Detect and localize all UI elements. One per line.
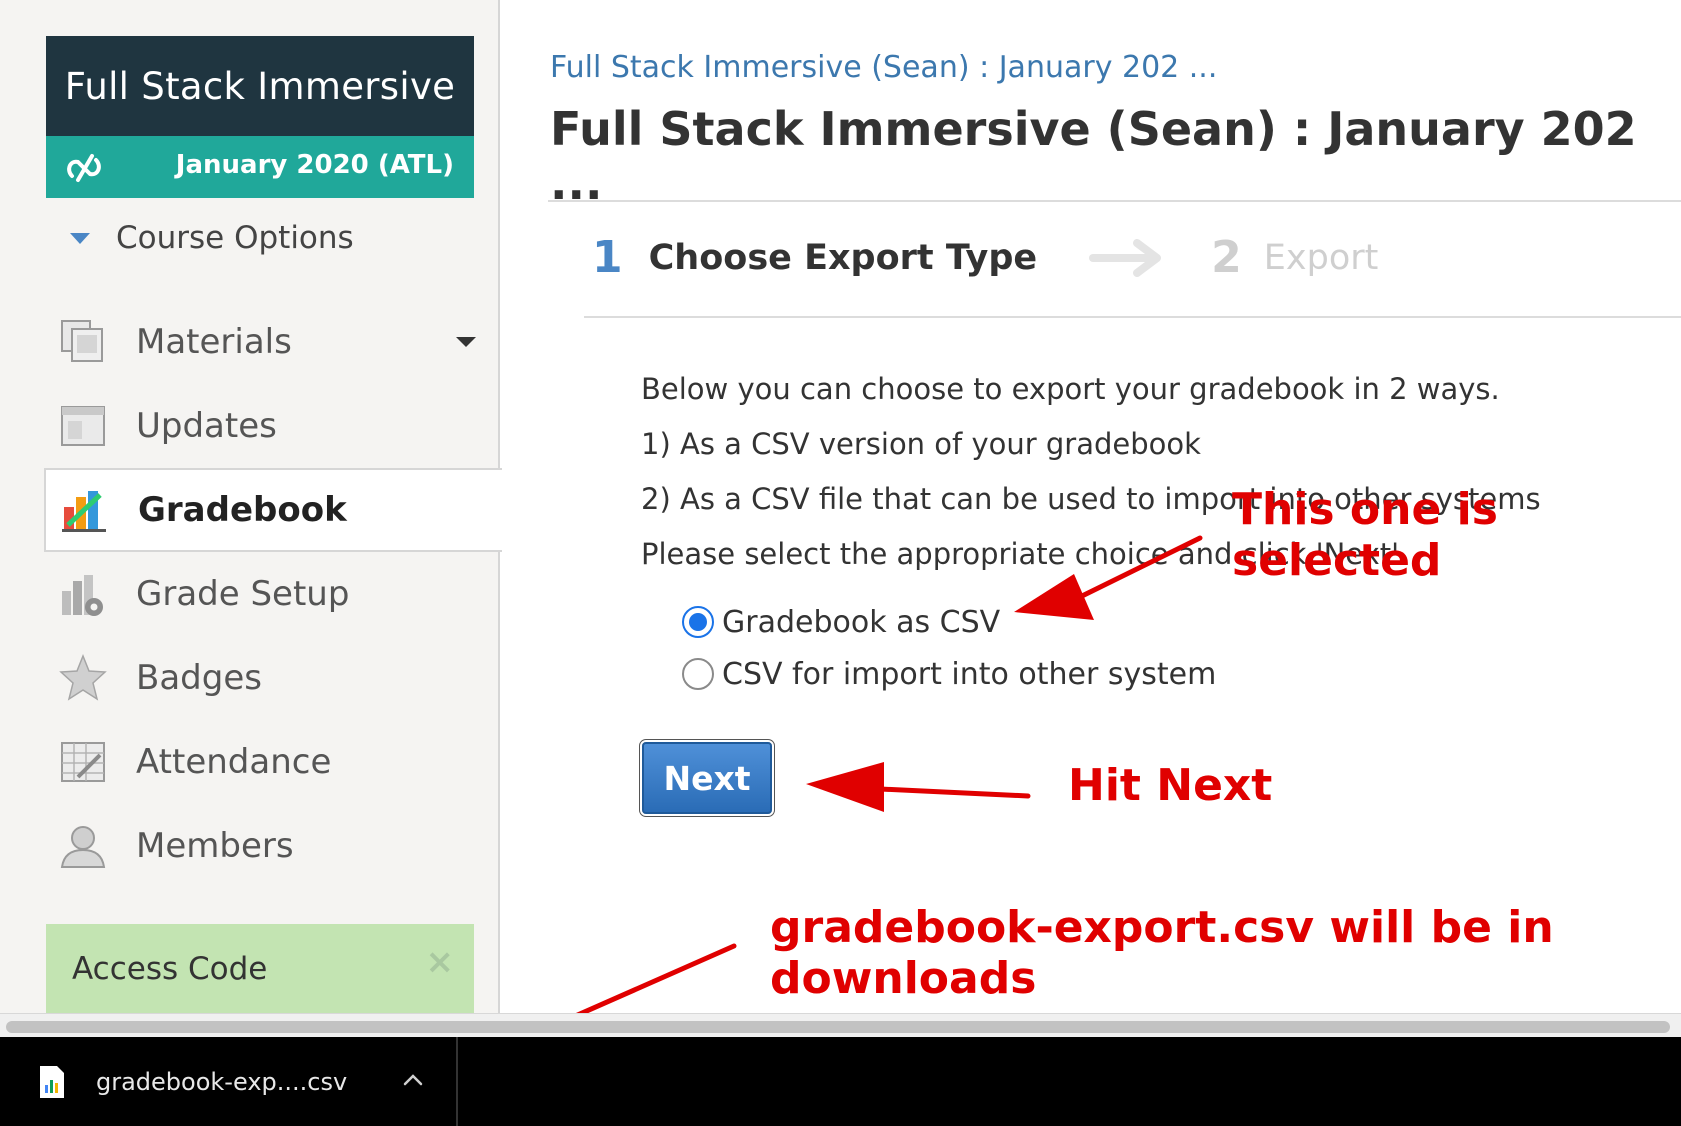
course-card-footer: January 2020 (ATL) xyxy=(46,136,474,198)
close-icon[interactable]: × xyxy=(426,942,455,982)
caret-down-icon[interactable] xyxy=(456,337,476,347)
course-options-label: Course Options xyxy=(116,220,354,256)
sidebar-item-badges[interactable]: Badges xyxy=(44,636,500,720)
course-options-toggle[interactable]: Course Options xyxy=(70,220,354,256)
download-item[interactable]: gradebook-exp....csv xyxy=(38,1037,458,1126)
sidebar-item-label: Attendance xyxy=(136,742,332,782)
description-line: Below you can choose to export your grad… xyxy=(641,372,1500,406)
sidebar-item-updates[interactable]: Updates xyxy=(44,384,500,468)
link-logo-icon xyxy=(67,154,101,182)
star-icon xyxy=(59,653,107,701)
sidebar-item-label: Badges xyxy=(136,658,262,698)
sidebar-item-grade-setup[interactable]: Grade Setup xyxy=(44,552,500,636)
grade-setup-icon xyxy=(62,575,103,616)
access-code-panel: Access Code × xyxy=(46,924,474,1013)
sidebar-item-attendance[interactable]: Attendance xyxy=(44,720,500,804)
arrow-right-icon xyxy=(1089,238,1162,277)
option-label: CSV for import into other system xyxy=(722,656,1217,692)
course-card[interactable]: Full Stack Immersive January 2020 (ATL) xyxy=(46,36,474,198)
access-code-label: Access Code xyxy=(72,950,268,987)
attendance-icon xyxy=(61,742,105,782)
materials-icon xyxy=(61,320,103,362)
next-button[interactable]: Next xyxy=(642,742,772,814)
sidebar-item-label: Updates xyxy=(136,406,277,446)
option-label: Gradebook as CSV xyxy=(722,604,1001,640)
page-title: Full Stack Immersive (Sean) : January 20… xyxy=(550,102,1637,210)
annotation-hit-next: Hit Next xyxy=(1068,760,1273,811)
sidebar-item-members[interactable]: Members xyxy=(44,804,500,888)
updates-icon xyxy=(61,406,105,446)
user-icon xyxy=(60,826,106,868)
export-type-options: Gradebook as CSV CSV for import into oth… xyxy=(682,596,1216,700)
download-bar: gradebook-exp....csv xyxy=(0,1037,1681,1126)
step-1-label: Choose Export Type xyxy=(648,237,1038,278)
step-2-label: Export xyxy=(1263,237,1379,278)
divider xyxy=(548,200,1681,202)
divider xyxy=(584,316,1681,318)
breadcrumb[interactable]: Full Stack Immersive (Sean) : January 20… xyxy=(550,50,1217,85)
radio-csv-import[interactable] xyxy=(682,658,714,690)
course-card-title: Full Stack Immersive xyxy=(46,36,474,136)
sidebar-nav: Materials Updates Gradebook Grade Setup … xyxy=(44,300,502,888)
option-gradebook-csv[interactable]: Gradebook as CSV xyxy=(682,596,1216,648)
sidebar-item-materials[interactable]: Materials xyxy=(44,300,500,384)
course-term: January 2020 (ATL) xyxy=(175,150,454,180)
horizontal-scrollbar[interactable] xyxy=(0,1013,1681,1037)
step-1-number: 1 xyxy=(592,232,623,283)
caret-down-icon xyxy=(70,232,90,244)
sidebar-item-label: Grade Setup xyxy=(136,574,350,614)
course-sidebar: Full Stack Immersive January 2020 (ATL) … xyxy=(0,0,502,1013)
option-csv-import[interactable]: CSV for import into other system xyxy=(682,648,1216,700)
step-2-number: 2 xyxy=(1211,232,1242,283)
annotation-selected: This one is selected xyxy=(1232,484,1498,586)
gradebook-icon xyxy=(62,491,106,532)
sidebar-item-label: Gradebook xyxy=(138,490,347,530)
divider xyxy=(456,1037,458,1126)
description-line: 1) As a CSV version of your gradebook xyxy=(641,427,1201,461)
download-file-name: gradebook-exp....csv xyxy=(96,1067,348,1096)
csv-file-icon xyxy=(40,1065,64,1098)
radio-gradebook-csv[interactable] xyxy=(682,606,714,638)
sidebar-item-label: Materials xyxy=(136,322,292,362)
sidebar-item-label: Members xyxy=(136,826,294,866)
annotation-downloads: gradebook-export.csv will be in download… xyxy=(770,902,1554,1004)
chevron-up-icon[interactable] xyxy=(398,1065,428,1095)
export-steps: 1 Choose Export Type 2 Export xyxy=(592,232,1378,283)
sidebar-item-gradebook[interactable]: Gradebook xyxy=(44,468,502,552)
scrollbar-thumb[interactable] xyxy=(6,1021,1670,1033)
